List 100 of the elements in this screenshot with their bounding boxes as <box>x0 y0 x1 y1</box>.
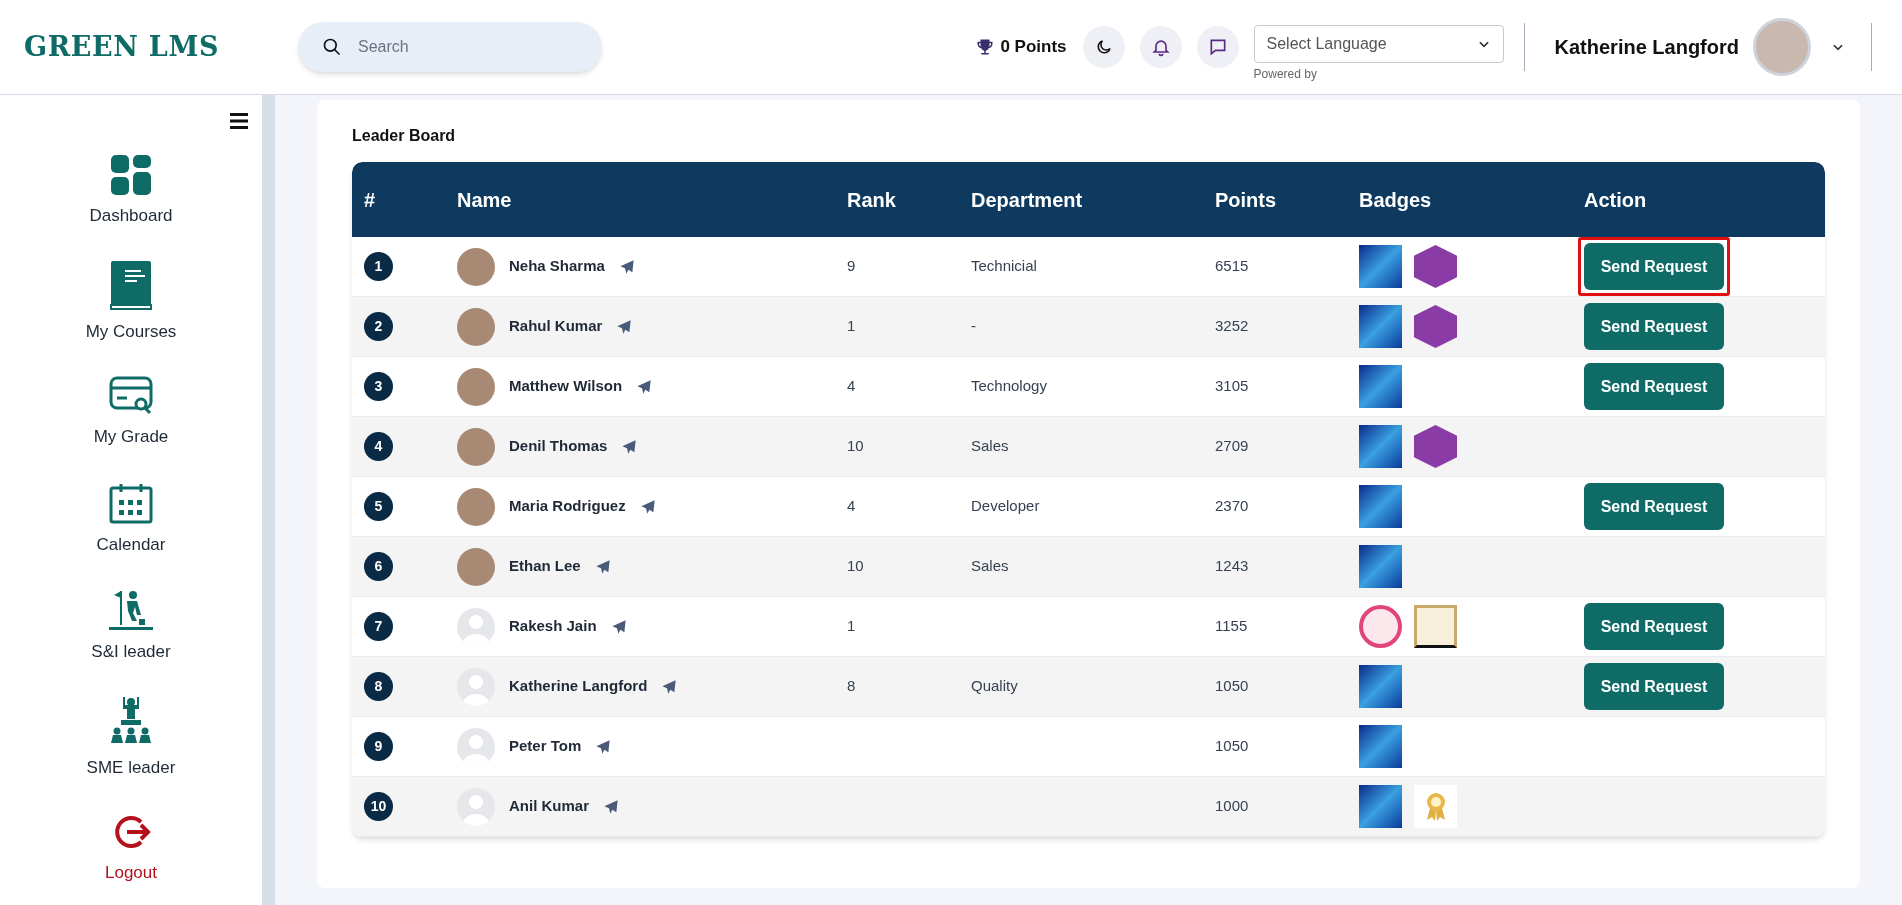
position-number: 9 <box>364 732 393 761</box>
paper-plane-icon[interactable] <box>603 798 619 815</box>
paper-plane-icon[interactable] <box>616 318 633 335</box>
trophy-icon <box>976 38 995 56</box>
robot-badge-image <box>1359 485 1402 528</box>
send-request-button[interactable]: Send Request <box>1584 363 1724 410</box>
user-name: Denil Thomas <box>509 436 608 457</box>
paper-plane-icon[interactable] <box>610 618 627 635</box>
send-request-button[interactable]: Send Request <box>1584 303 1724 350</box>
points-cell-text: 2370 <box>1215 496 1250 517</box>
points-label: 0 Points <box>1000 36 1067 59</box>
section-title: Leader Board <box>352 126 457 146</box>
sidebar-label: My Courses <box>85 320 177 343</box>
paper-plane-icon[interactable] <box>636 378 653 395</box>
avatar-photo <box>457 547 495 586</box>
certificate-image <box>1414 605 1457 648</box>
department-cell-text: Quality <box>971 676 1019 697</box>
language-select[interactable]: Select Language <box>1253 25 1504 63</box>
position-number: 10 <box>364 792 393 821</box>
points-cell-text: 1155 <box>1215 616 1249 637</box>
column-header: # <box>363 187 377 213</box>
card-search-icon <box>109 376 153 416</box>
position-number: 6 <box>364 552 393 581</box>
logo: GREEN LMS <box>24 29 220 64</box>
department-cell-text: Developer <box>971 496 1041 517</box>
sidebar-item[interactable]: Dashboard <box>89 155 173 229</box>
user-name: Ethan Lee <box>509 556 581 577</box>
paper-plane-icon[interactable] <box>595 738 612 755</box>
sidebar-label: S&I leader <box>91 641 171 663</box>
user-name: Neha Sharma <box>509 256 605 277</box>
user-name: Katherine Langford <box>509 676 648 697</box>
search-icon <box>322 37 342 57</box>
sidebar-label: SME leader <box>86 756 176 779</box>
points-cell-text: 1050 <box>1215 676 1250 697</box>
send-request-button[interactable]: Send Request <box>1584 603 1724 650</box>
robot-badge-image <box>1359 425 1402 468</box>
rank-cell-text: 9 <box>847 256 857 277</box>
column-header: Action <box>1584 187 1648 213</box>
sidebar-label: Calendar <box>96 533 166 556</box>
user-name[interactable]: Katherine Langford <box>1554 32 1739 62</box>
user-name: Anil Kumar <box>509 796 589 817</box>
paper-plane-icon[interactable] <box>661 678 678 695</box>
bell-icon <box>1150 37 1171 57</box>
book-icon <box>109 260 153 311</box>
paper-plane-icon[interactable] <box>618 258 635 275</box>
search-field[interactable]: Search <box>298 22 602 72</box>
rank-cell-text: 1 <box>847 616 857 637</box>
robot-badge-image <box>1359 785 1402 828</box>
rank-cell-text: 4 <box>847 496 857 517</box>
robot-badge-image <box>1359 365 1402 408</box>
points-cell-text: 6515 <box>1215 256 1250 277</box>
column-header: Rank <box>847 187 897 213</box>
powered-by-text: Powered by <box>1253 66 1318 83</box>
scrollbar[interactable] <box>262 95 275 905</box>
points-cell-text: 3252 <box>1215 316 1250 337</box>
robot-badge-image <box>1359 545 1402 588</box>
sidebar-item[interactable]: My Grade <box>93 376 169 450</box>
position-number: 1 <box>364 252 393 281</box>
user-name: Maria Rodriguez <box>509 496 626 517</box>
robot-badge-image <box>1359 725 1402 768</box>
sidebar-item[interactable]: Logout <box>105 812 157 886</box>
paper-plane-icon[interactable] <box>639 498 656 515</box>
trophy-badge-image <box>1359 605 1402 648</box>
grid-icon <box>111 155 151 195</box>
position-number: 2 <box>364 312 393 341</box>
send-request-button[interactable]: Send Request <box>1584 243 1724 290</box>
sidebar-item[interactable]: S&I leader <box>91 589 171 665</box>
paper-plane-icon[interactable] <box>621 438 638 455</box>
robot-badge-image <box>1359 245 1402 288</box>
position-number: 8 <box>364 672 393 701</box>
position-number: 3 <box>364 372 393 401</box>
robot-badge-image <box>1359 665 1402 708</box>
position-number: 4 <box>364 432 393 461</box>
send-request-button[interactable]: Send Request <box>1584 663 1724 710</box>
dark-mode-button[interactable] <box>1082 26 1125 68</box>
column-header: Points <box>1215 187 1278 213</box>
avatar-photo <box>457 307 495 346</box>
user-name: Matthew Wilson <box>509 376 623 397</box>
sidebar-label: Dashboard <box>89 205 173 227</box>
department-cell-text: Technology <box>971 376 1048 397</box>
notifications-button[interactable] <box>1139 26 1182 68</box>
sidebar-item[interactable]: SME leader <box>86 696 176 780</box>
user-name: Peter Tom <box>509 736 582 757</box>
position-number: 7 <box>364 612 393 641</box>
rank-cell-text: 4 <box>847 376 857 397</box>
sidebar-label: Logout <box>105 862 157 884</box>
department-cell-text: Sales <box>971 556 1010 577</box>
department-cell-text: Technicial <box>971 256 1038 277</box>
climber-flag-icon <box>109 589 153 631</box>
rank-cell-text: 1 <box>847 316 857 337</box>
sidebar-item[interactable]: Calendar <box>96 481 166 557</box>
sidebar-item[interactable]: My Courses <box>85 260 177 344</box>
search-input: Search <box>358 35 558 59</box>
department-cell-text: - <box>971 316 977 337</box>
default-avatar <box>457 667 495 706</box>
menu-icon[interactable] <box>230 113 248 129</box>
points-cell-text: 1000 <box>1215 796 1250 817</box>
paper-plane-icon[interactable] <box>594 558 611 575</box>
chat-button[interactable] <box>1196 26 1239 68</box>
send-request-button[interactable]: Send Request <box>1584 483 1724 530</box>
